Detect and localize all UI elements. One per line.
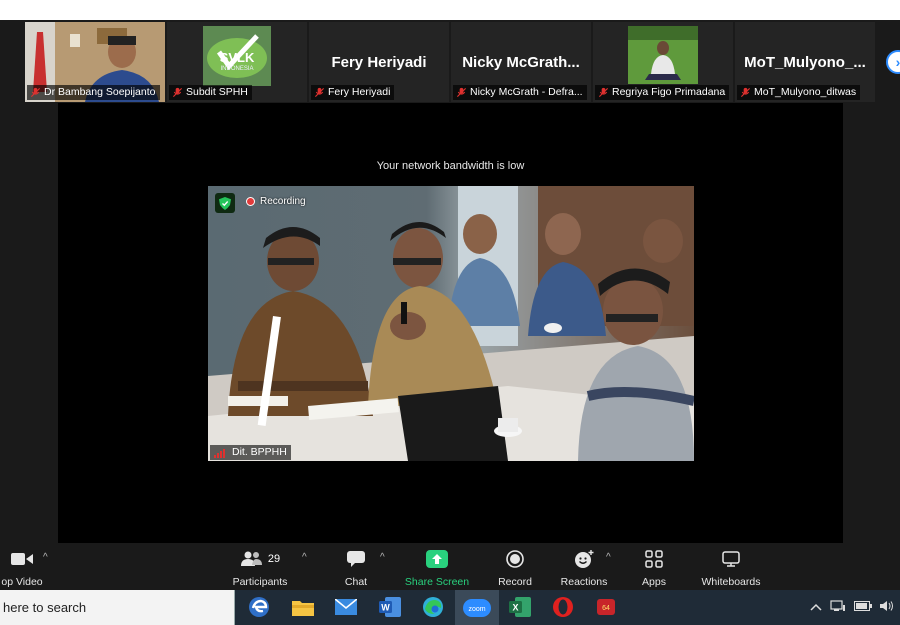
app-red-icon[interactable]: 64 xyxy=(593,595,619,619)
word-icon[interactable]: W xyxy=(377,595,403,619)
participant-tile-1[interactable]: Dr Bambang Soepijanto xyxy=(25,22,165,102)
reactions-button[interactable]: Reactions xyxy=(556,548,612,588)
video-options-caret-icon[interactable]: ^ xyxy=(43,552,48,563)
file-explorer-icon[interactable] xyxy=(290,595,316,619)
participants-button[interactable]: 29 Participants xyxy=(228,548,292,588)
recording-label: Recording xyxy=(260,196,306,207)
apps-label: Apps xyxy=(642,576,666,588)
signal-strength-icon xyxy=(214,448,225,458)
share-screen-button[interactable]: Share Screen xyxy=(402,548,472,588)
speaker-name: Dit. BPPHH xyxy=(232,446,287,458)
recording-indicator[interactable]: Recording xyxy=(246,196,306,207)
recording-dot-icon xyxy=(246,197,255,206)
chat-button[interactable]: Chat xyxy=(336,548,376,588)
speaker-caption: Dit. BPPHH xyxy=(210,445,291,460)
taskbar-search-box[interactable]: here to search xyxy=(0,590,235,625)
participant-caption-6: MoT_Mulyono_ditwas xyxy=(737,85,861,100)
chat-bubble-icon xyxy=(347,551,365,567)
participants-label: Participants xyxy=(232,576,288,588)
record-icon xyxy=(506,550,524,568)
edge-legacy-icon[interactable] xyxy=(246,595,272,619)
participant-tile-5[interactable]: Regriya Figo Primadana xyxy=(593,22,733,102)
svg-text:W: W xyxy=(381,603,390,613)
participant-caption-2: Subdit SPHH xyxy=(169,85,252,100)
record-button[interactable]: Record xyxy=(493,548,537,588)
active-speaker-video[interactable]: Recording Dit. BPPHH xyxy=(208,186,694,461)
participant-gallery-strip: Dr Bambang Soepijanto SVLK INDONESIA Sub… xyxy=(0,20,900,103)
tray-overflow-chevron-icon[interactable] xyxy=(810,602,822,614)
meeting-room-scene xyxy=(208,186,694,461)
participant-name-3: Fery Heriyadi xyxy=(328,86,391,98)
chevron-right-icon: › xyxy=(895,54,900,70)
share-screen-label: Share Screen xyxy=(404,576,470,588)
volume-icon[interactable] xyxy=(880,600,894,615)
app-red-badge: 64 xyxy=(602,605,610,612)
meeting-controls-toolbar: op Video ^ 29 Participants ^ Chat ^ Shar… xyxy=(0,543,900,590)
mic-muted-icon xyxy=(740,87,751,98)
participant-name-4: Nicky McGrath - Defra... xyxy=(470,86,583,98)
participant-tile-4[interactable]: Nicky McGrath... Nicky McGrath - Defra..… xyxy=(451,22,591,102)
window-top-strip xyxy=(0,0,900,20)
battery-icon[interactable] xyxy=(854,601,872,614)
stop-video-button[interactable]: op Video xyxy=(0,548,46,588)
participant-name-2: Subdit SPHH xyxy=(186,86,248,98)
participants-options-caret-icon[interactable]: ^ xyxy=(302,552,307,563)
participant-caption-5: Regriya Figo Primadana xyxy=(595,85,730,100)
participant-caption-4: Nicky McGrath - Defra... xyxy=(453,85,587,100)
reactions-options-caret-icon[interactable]: ^ xyxy=(606,552,611,563)
encryption-shield-icon[interactable] xyxy=(215,193,235,213)
svlk-logo-sub: INDONESIA xyxy=(220,66,254,72)
apps-button[interactable]: Apps xyxy=(636,548,672,588)
zoom-icon-text: zoom xyxy=(468,606,485,613)
participant-display-name-4: Nicky McGrath... xyxy=(462,54,580,71)
participants-icon xyxy=(240,551,262,566)
participant-caption-3: Fery Heriyadi xyxy=(311,85,395,100)
chat-label: Chat xyxy=(344,576,368,588)
excel-icon[interactable]: X xyxy=(507,595,533,619)
mail-icon[interactable] xyxy=(333,595,359,619)
svg-text:X: X xyxy=(512,603,518,613)
svlk-logo-text: SVLK xyxy=(219,50,255,65)
participant-tile-6[interactable]: MoT_Mulyono_... MoT_Mulyono_ditwas xyxy=(735,22,875,102)
zoom-meeting-window: Dr Bambang Soepijanto SVLK INDONESIA Sub… xyxy=(0,20,900,590)
stop-video-label: op Video xyxy=(1,576,43,588)
reactions-label: Reactions xyxy=(560,576,608,588)
reactions-smiley-icon xyxy=(575,550,594,568)
whiteboards-label: Whiteboards xyxy=(701,576,761,588)
system-tray xyxy=(810,590,894,625)
participant-tile-2[interactable]: SVLK INDONESIA Subdit SPHH xyxy=(167,22,307,102)
bandwidth-warning: Your network bandwidth is low xyxy=(376,160,525,172)
gallery-next-button[interactable]: › xyxy=(886,50,900,74)
opera-icon[interactable] xyxy=(550,595,576,619)
mic-muted-icon xyxy=(172,87,183,98)
main-video-stage: Your network bandwidth is low Recording … xyxy=(58,103,843,543)
apps-icon xyxy=(645,550,663,568)
mic-muted-icon xyxy=(314,87,325,98)
mic-muted-icon xyxy=(456,87,467,98)
mic-muted-icon xyxy=(598,87,609,98)
video-camera-icon xyxy=(11,553,33,565)
participant-name-1: Dr Bambang Soepijanto xyxy=(44,86,156,98)
participants-count: 29 xyxy=(267,553,281,565)
record-label: Record xyxy=(498,576,532,588)
participant-display-name-3: Fery Heriyadi xyxy=(331,54,427,71)
zoom-icon[interactable]: zoom xyxy=(455,590,499,625)
whiteboard-icon xyxy=(722,551,740,567)
chat-options-caret-icon[interactable]: ^ xyxy=(380,552,385,563)
participant-caption-1: Dr Bambang Soepijanto xyxy=(27,85,160,100)
windows-taskbar: here to search W zoom X 64 xyxy=(0,590,900,625)
mic-muted-icon xyxy=(30,87,41,98)
participant-name-5: Regriya Figo Primadana xyxy=(612,86,726,98)
edge-icon[interactable] xyxy=(420,595,446,619)
participant-display-name-6: MoT_Mulyono_... xyxy=(744,54,866,71)
participant-tile-3[interactable]: Fery Heriyadi Fery Heriyadi xyxy=(309,22,449,102)
share-screen-icon xyxy=(426,550,448,568)
participant-name-6: MoT_Mulyono_ditwas xyxy=(754,86,857,98)
whiteboards-button[interactable]: Whiteboards xyxy=(694,548,768,588)
network-icon[interactable] xyxy=(830,600,846,615)
screen: Dr Bambang Soepijanto SVLK INDONESIA Sub… xyxy=(0,0,900,625)
